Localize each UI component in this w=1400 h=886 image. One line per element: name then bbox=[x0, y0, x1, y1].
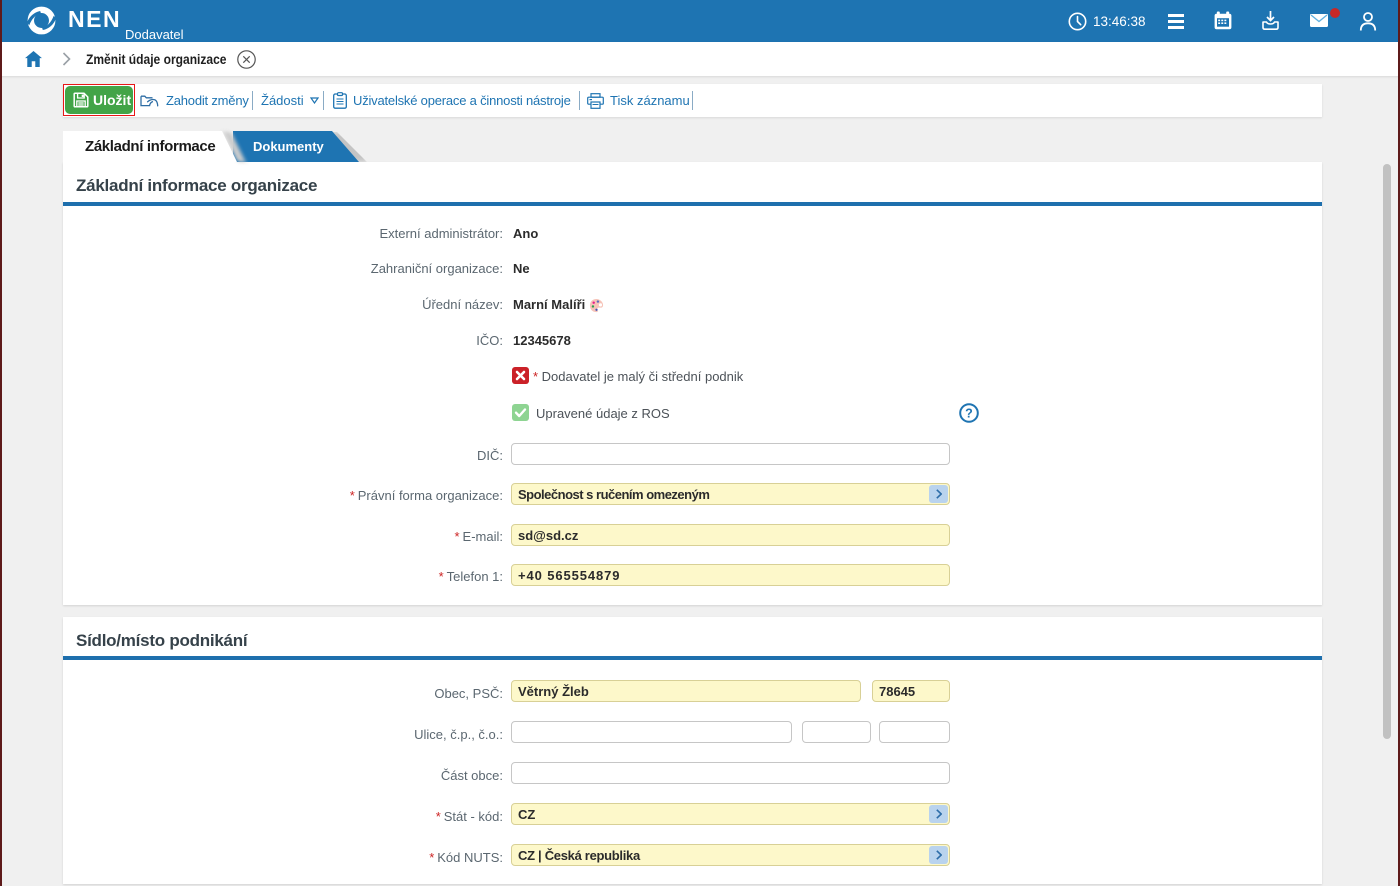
svg-text:?: ? bbox=[965, 407, 973, 421]
